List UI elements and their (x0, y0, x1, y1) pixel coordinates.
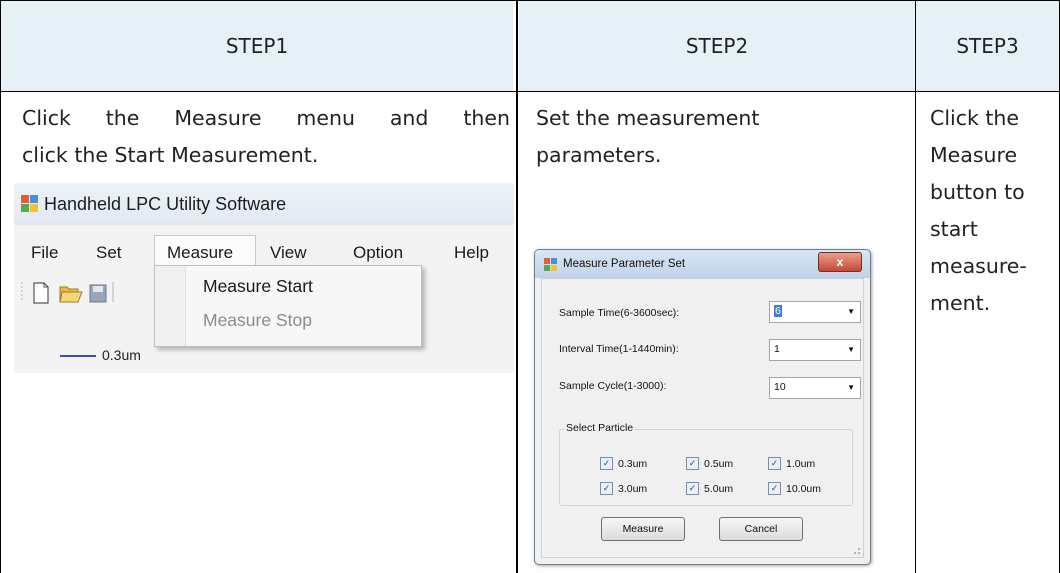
dialog-title: Measure Parameter Set (563, 258, 686, 270)
dropdown-gutter (155, 266, 186, 346)
checkbox-1-0um[interactable]: ✓ 1.0um (768, 457, 815, 470)
sample-cycle-label: Sample Cycle(1-3000): (559, 380, 667, 392)
steps-table: STEP1 STEP2 STEP3 Click the Measure menu… (0, 0, 1060, 573)
step3-text-line1: Click the (930, 106, 1020, 130)
save-icon[interactable] (89, 284, 107, 303)
checkbox-label: 0.3um (618, 457, 648, 470)
toolbar-icons (21, 282, 114, 304)
menu-measure-start[interactable]: Measure Start (203, 276, 313, 297)
sample-cycle-value: 10 (774, 381, 786, 393)
checkbox-10-0um[interactable]: ✓ 10.0um (768, 482, 821, 495)
dialog-app-icon (544, 258, 558, 272)
dialog-close-button[interactable]: x (818, 252, 862, 272)
checkbox-label: 1.0um (786, 457, 816, 470)
checkbox-0-5um[interactable]: ✓ 0.5um (686, 457, 733, 470)
menu-view[interactable]: View (270, 243, 307, 263)
legend-line (60, 355, 96, 357)
menu-help[interactable]: Help (454, 243, 489, 263)
chevron-down-icon: ▼ (847, 307, 855, 316)
open-folder-icon[interactable] (59, 286, 83, 303)
dialog-titlebar: Measure Parameter Set x (535, 250, 870, 278)
header-step1: STEP1 (1, 0, 513, 91)
table-border-left (0, 0, 1, 573)
sample-cycle-combo[interactable]: 10 ▼ (769, 377, 861, 399)
new-file-icon[interactable] (33, 282, 49, 304)
step1-text-line2: click the Start Measurement. (22, 143, 319, 167)
menu-measure-stop[interactable]: Measure Stop (203, 310, 312, 331)
menu-file[interactable]: File (31, 243, 58, 263)
header-step2: STEP2 (519, 0, 915, 91)
legend-label: 0.3um (102, 347, 141, 363)
sample-time-label: Sample Time(6-3600sec): (559, 307, 680, 319)
step3-text-line2: Measure (930, 143, 1018, 167)
step3-text-line4: start (930, 217, 978, 241)
checkmark-icon: ✓ (768, 482, 781, 495)
step1-screenshot: Handheld LPC Utility Software File Set M… (14, 183, 514, 373)
checkbox-label: 3.0um (618, 482, 648, 495)
checkbox-0-3um[interactable]: ✓ 0.3um (600, 457, 647, 470)
measure-dropdown: Measure Start Measure Stop (154, 265, 422, 347)
step2-text-line2: parameters. (536, 143, 662, 167)
checkmark-icon: ✓ (768, 457, 781, 470)
step3-text-line3: button to (930, 180, 1025, 204)
header-step3-label: STEP3 (956, 33, 1019, 58)
measure-parameter-dialog: Measure Parameter Set x Sample Time(6-36… (534, 249, 871, 565)
cancel-button[interactable]: Cancel (719, 517, 803, 541)
sample-time-value: 6 (774, 305, 782, 317)
app-titlebar: Handheld LPC Utility Software (14, 183, 514, 225)
checkmark-icon: ✓ (600, 457, 613, 470)
menu-option[interactable]: Option (353, 243, 403, 263)
menubar: File Set Measure View Option Help 0.3um … (14, 225, 514, 373)
header-step2-label: STEP2 (685, 33, 749, 58)
checkmark-icon: ✓ (686, 482, 699, 495)
interval-time-label: Interval Time(1-1440min): (559, 343, 679, 355)
interval-time-value: 1 (774, 343, 780, 355)
dialog-body: Sample Time(6-3600sec): 6 ▼ Interval Tim… (541, 278, 864, 558)
close-icon: x (836, 255, 844, 269)
header-step1-label: STEP1 (225, 33, 289, 58)
column-divider-1 (516, 0, 518, 573)
measure-button[interactable]: Measure (601, 517, 685, 541)
table-border-top (0, 0, 1060, 1)
step2-text-line1: Set the measurement (536, 106, 760, 130)
menu-measure[interactable]: Measure (167, 243, 233, 263)
checkbox-5-0um[interactable]: ✓ 5.0um (686, 482, 733, 495)
checkmark-icon: ✓ (600, 482, 613, 495)
step1-text-line1: Click the Measure menu and then (22, 106, 510, 130)
toolbar (20, 279, 150, 310)
resize-grip-icon[interactable] (851, 545, 861, 555)
app-icon (21, 195, 39, 213)
step3-text-line6: ment. (930, 291, 991, 315)
checkbox-label: 10.0um (786, 482, 822, 495)
header-divider (0, 91, 1060, 92)
header-step3: STEP3 (916, 0, 1059, 91)
interval-time-combo[interactable]: 1 ▼ (769, 339, 861, 361)
chevron-down-icon: ▼ (847, 345, 855, 354)
sample-time-combo[interactable]: 6 ▼ (769, 301, 861, 323)
checkmark-icon: ✓ (686, 457, 699, 470)
select-particle-label: Select Particle (564, 422, 636, 434)
checkbox-label: 0.5um (704, 457, 734, 470)
checkbox-3-0um[interactable]: ✓ 3.0um (600, 482, 647, 495)
chevron-down-icon: ▼ (847, 383, 855, 392)
app-title: Handheld LPC Utility Software (44, 194, 287, 214)
menu-set[interactable]: Set (96, 243, 122, 263)
column-divider-2 (915, 0, 916, 573)
checkbox-label: 5.0um (704, 482, 734, 495)
step3-text-line5: measure- (930, 254, 1027, 278)
